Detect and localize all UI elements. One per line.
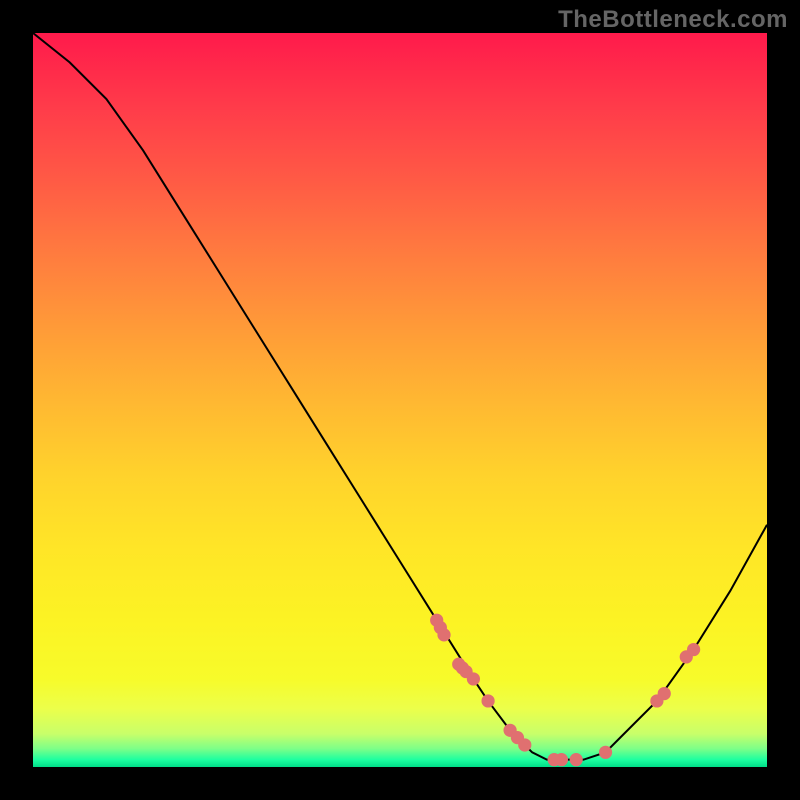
data-point <box>437 628 450 641</box>
watermark-text: TheBottleneck.com <box>558 6 788 34</box>
data-point <box>481 694 494 707</box>
plot-area <box>33 33 767 767</box>
chart-frame: TheBottleneck.com <box>0 0 800 800</box>
data-points <box>430 614 700 767</box>
data-point <box>570 753 583 766</box>
data-point <box>687 643 700 656</box>
bottleneck-curve <box>33 33 767 760</box>
chart-svg <box>33 33 767 767</box>
data-point <box>467 672 480 685</box>
data-point <box>518 738 531 751</box>
data-point <box>599 746 612 759</box>
data-point <box>555 753 568 766</box>
data-point <box>658 687 671 700</box>
